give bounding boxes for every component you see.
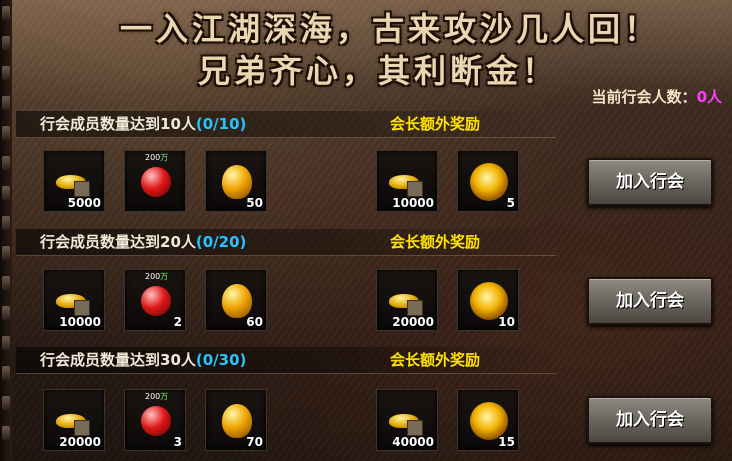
tier-3-title: 行会成员数量达到30人(0/30)	[40, 351, 247, 369]
apple-tag: 200万	[145, 153, 169, 162]
reward-slot-apple[interactable]: 200万 2	[124, 269, 186, 331]
reward-slot-apple[interactable]: 200万	[124, 150, 186, 212]
gold-ingot-icon	[56, 408, 94, 436]
member-count-label: 当前行会人数：	[591, 88, 697, 106]
golden-fruit-icon	[222, 284, 252, 318]
left-border	[0, 0, 12, 461]
tier-2-title: 行会成员数量达到20人(0/20)	[40, 233, 247, 251]
tier-2-header: 行会成员数量达到20人(0/20) 会长额外奖励	[16, 229, 556, 256]
reward-slot-gold[interactable]: 10000	[43, 269, 105, 331]
apple-tag: 200万	[145, 392, 169, 401]
tier-2-progress: (0/20)	[195, 233, 247, 251]
red-apple-icon	[141, 406, 171, 436]
reward-slot-apple[interactable]: 200万 3	[124, 389, 186, 451]
red-apple-icon	[141, 167, 171, 197]
member-count-value: 0人	[696, 88, 722, 106]
reward-slot-fruit[interactable]: 70	[205, 389, 267, 451]
tier-3-progress: (0/30)	[195, 351, 247, 369]
join-guild-button-1[interactable]: 加入行会	[587, 158, 713, 206]
tier-1-header: 行会成员数量达到10人(0/10) 会长额外奖励	[16, 111, 556, 138]
tier-1-leader-label: 会长额外奖励	[390, 115, 481, 133]
slogan-line-1: 一入江湖深海，古来攻沙几人回！	[119, 10, 660, 48]
leader-reward-slot-orb[interactable]: 10	[457, 269, 519, 331]
reward-slot-gold[interactable]: 5000	[43, 150, 105, 212]
tier-3-leader-label: 会长额外奖励	[390, 351, 481, 369]
tier-1-title: 行会成员数量达到10人(0/10)	[40, 115, 247, 133]
gold-ingot-icon	[389, 169, 427, 197]
golden-orb-icon	[470, 163, 508, 201]
leader-reward-slot-gold[interactable]: 40000	[376, 389, 438, 451]
gold-ingot-icon	[56, 288, 94, 316]
tier-3-header: 行会成员数量达到30人(0/30) 会长额外奖励	[16, 347, 556, 374]
member-count: 当前行会人数：0人	[592, 86, 722, 107]
leader-reward-slot-gold[interactable]: 10000	[376, 150, 438, 212]
gold-ingot-icon	[389, 288, 427, 316]
tier-1-progress: (0/10)	[195, 115, 247, 133]
leader-reward-slot-gold[interactable]: 20000	[376, 269, 438, 331]
reward-slot-fruit[interactable]: 60	[205, 269, 267, 331]
leader-reward-slot-orb[interactable]: 15	[457, 389, 519, 451]
apple-tag: 200万	[145, 272, 169, 281]
gold-ingot-icon	[389, 408, 427, 436]
tier-2-leader-label: 会长额外奖励	[390, 233, 481, 251]
join-guild-button-3[interactable]: 加入行会	[587, 396, 713, 444]
gold-ingot-icon	[56, 169, 94, 197]
leader-reward-slot-orb[interactable]: 5	[457, 150, 519, 212]
reward-slot-fruit[interactable]: 50	[205, 150, 267, 212]
join-guild-button-2[interactable]: 加入行会	[587, 277, 713, 325]
golden-fruit-icon	[222, 404, 252, 438]
golden-fruit-icon	[222, 165, 252, 199]
red-apple-icon	[141, 286, 171, 316]
reward-slot-gold[interactable]: 20000	[43, 389, 105, 451]
